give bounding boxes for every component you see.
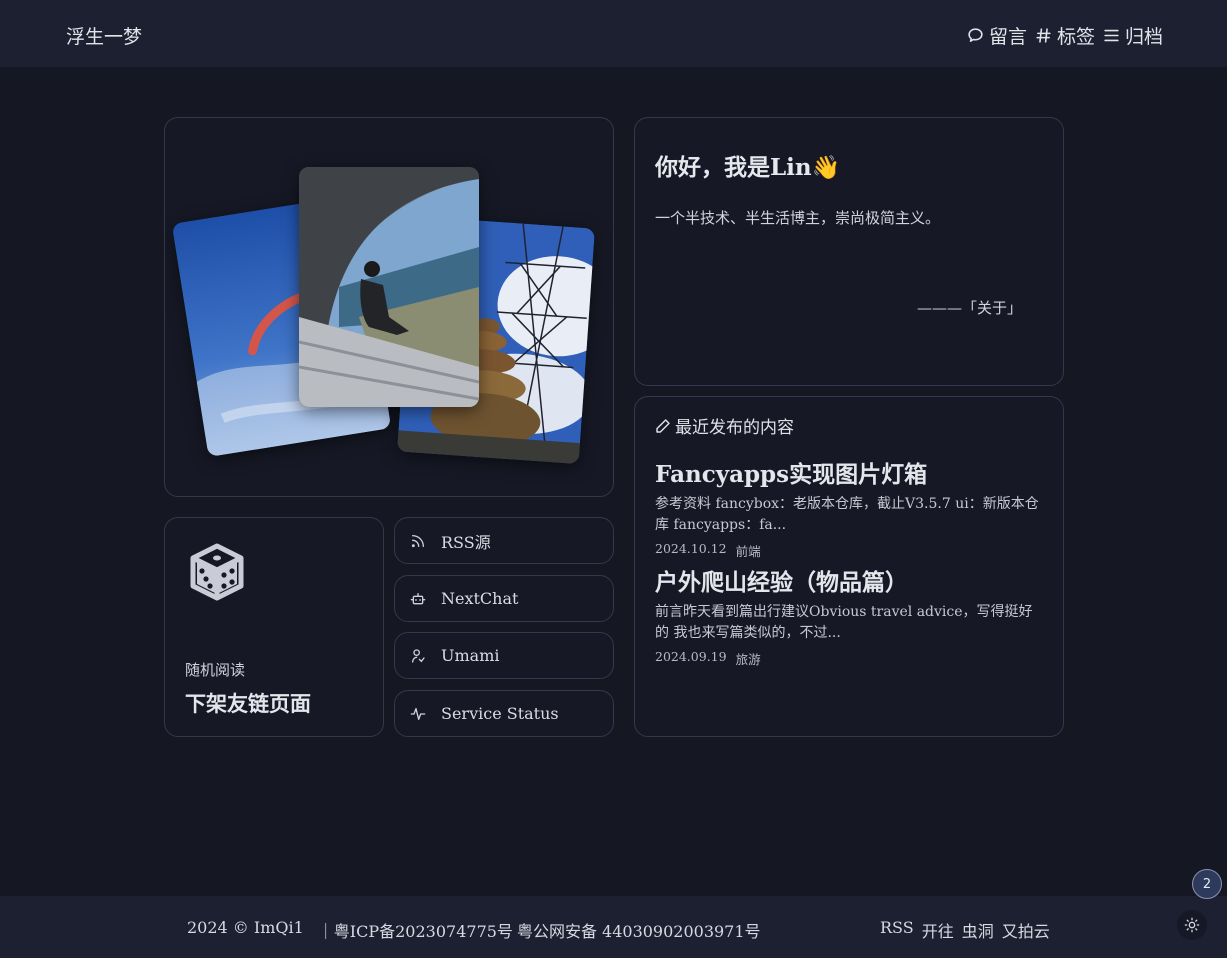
user-icon xyxy=(412,648,425,663)
recent-posts-heading-label: 最近发布的内容 xyxy=(675,418,794,438)
copyright-text: 2024 © ImQi1 xyxy=(187,918,304,937)
nextchat-link-label: NextChat xyxy=(441,589,519,608)
nav-tags[interactable]: 标签 xyxy=(1035,22,1095,49)
random-read-label: 随机阅读 xyxy=(185,661,246,679)
umami-link-button[interactable]: Umami xyxy=(394,632,614,679)
photo-stack-card xyxy=(164,117,614,497)
photo-person-window[interactable] xyxy=(299,167,479,407)
footer-wormhole-link[interactable]: 虫洞 xyxy=(962,918,994,942)
nextchat-link-button[interactable]: NextChat xyxy=(394,575,614,622)
footer-info: 2024 © ImQi1 ｜粤ICP备2023074775号 粤公网安备 440… xyxy=(187,918,761,942)
nav-tags-label: 标签 xyxy=(1056,26,1095,48)
intro-card: 你好，我是Lin👋 一个半技术、半生活博主，崇尚极简主义。 ———「关于」 xyxy=(634,117,1064,386)
intro-title: 你好，我是Lin👋 xyxy=(655,154,841,181)
nav-archive[interactable]: 归档 xyxy=(1103,22,1163,49)
footer-rss-link[interactable]: RSS xyxy=(880,918,914,942)
post-excerpt: 参考资料 fancybox：老版本仓库，截止V3.5.7 ui：新版本仓库 fa… xyxy=(655,496,1039,533)
post-title-link[interactable]: Fancyapps实现图片灯箱 xyxy=(655,459,1045,491)
post-date: 2024.09.19 xyxy=(655,649,727,664)
main-nav: 留言 标签 归档 xyxy=(967,22,1163,49)
theme-toggle-button[interactable] xyxy=(1177,910,1207,940)
robot-icon xyxy=(410,592,426,604)
hash-icon xyxy=(1036,28,1051,43)
recent-posts-heading: 最近发布的内容 xyxy=(655,413,794,438)
person-window-image xyxy=(299,167,479,407)
dice-icon xyxy=(190,543,244,601)
post-date: 2024.10.12 xyxy=(655,541,727,556)
recent-posts-card: 最近发布的内容 Fancyapps实现图片灯箱 参考资料 fancybox：老版… xyxy=(634,396,1064,737)
random-read-card[interactable]: 随机阅读 下架友链页面 xyxy=(164,517,384,737)
nav-guestbook-label: 留言 xyxy=(988,26,1027,48)
post-category-link[interactable]: 前端 xyxy=(736,541,761,560)
police-record-link[interactable]: 粤公网安备 44030902003971号 xyxy=(517,918,761,942)
footer-upyun-link[interactable]: 又拍云 xyxy=(1002,918,1050,942)
about-link[interactable]: ———「关于」 xyxy=(917,297,1022,318)
footer-links: RSS 开往 虫洞 又拍云 xyxy=(880,918,1050,942)
umami-link-label: Umami xyxy=(441,646,500,665)
post-category-link[interactable]: 旅游 xyxy=(736,649,761,668)
rss-link-button[interactable]: RSS源 xyxy=(394,517,614,564)
post-item: 户外爬山经验（物品篇） 前言昨天看到篇出行建议Obvious travel ad… xyxy=(655,567,1045,668)
service-status-link-label: Service Status xyxy=(441,704,559,723)
message-icon xyxy=(968,28,983,42)
post-meta: 2024.09.19 旅游 xyxy=(655,649,1045,668)
post-title-link[interactable]: 户外爬山经验（物品篇） xyxy=(655,567,1045,599)
post-meta: 2024.10.12 前端 xyxy=(655,541,1045,560)
notification-badge[interactable]: 2 xyxy=(1192,869,1222,899)
footer-travelling-link[interactable]: 开往 xyxy=(922,918,954,942)
post-item: Fancyapps实现图片灯箱 参考资料 fancybox：老版本仓库，截止V3… xyxy=(655,459,1045,560)
post-excerpt: 前言昨天看到篇出行建议Obvious travel advice，写得挺好的 我… xyxy=(655,604,1033,641)
list-icon xyxy=(1104,29,1119,42)
icp-link[interactable]: ｜粤ICP备2023074775号 xyxy=(318,918,513,942)
intro-description: 一个半技术、半生活博主，崇尚极简主义。 xyxy=(655,209,941,227)
rss-icon xyxy=(411,534,424,547)
nav-guestbook[interactable]: 留言 xyxy=(967,22,1027,49)
pencil-icon xyxy=(656,418,670,433)
service-status-link-button[interactable]: Service Status xyxy=(394,690,614,737)
rss-link-label: RSS源 xyxy=(441,532,491,552)
top-navbar: 浮生一梦 留言 标签 归档 xyxy=(0,0,1227,67)
activity-icon xyxy=(410,707,426,720)
site-title-link[interactable]: 浮生一梦 xyxy=(66,22,142,49)
site-footer: 2024 © ImQi1 ｜粤ICP备2023074775号 粤公网安备 440… xyxy=(0,896,1227,958)
nav-archive-label: 归档 xyxy=(1124,26,1163,48)
random-read-title: 下架友链页面 xyxy=(185,691,311,716)
sun-icon xyxy=(1184,917,1200,933)
